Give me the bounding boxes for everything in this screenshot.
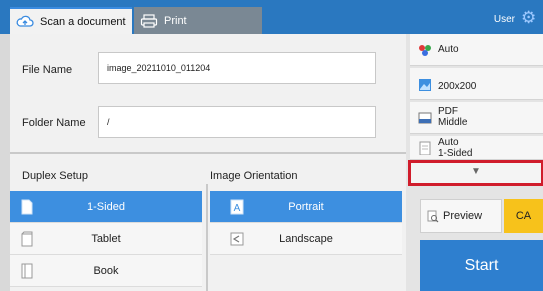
duplex-option-book[interactable]: Book [10, 255, 202, 287]
orientation-option-landscape[interactable]: Landscape [210, 223, 402, 255]
color-dots-icon [419, 45, 431, 56]
column-divider [206, 184, 208, 291]
ca-button[interactable]: CA [504, 199, 543, 233]
user-label[interactable]: User [494, 14, 515, 25]
section-divider [10, 152, 406, 154]
folder-name-label: Folder Name [22, 117, 86, 129]
scan-settings-panel: File Name image_20211010_011204 Folder N… [10, 34, 406, 291]
settings-summary-panel: Auto 200x200 PDF Middle Auto 1-Sided ▼ P… [406, 34, 543, 291]
file-name-input[interactable]: image_20211010_011204 [98, 52, 376, 84]
preview-magnifier-icon [427, 210, 439, 223]
file-format-compression: Middle [438, 117, 468, 128]
image-orientation-title: Image Orientation [210, 170, 298, 182]
preview-label: Preview [443, 210, 483, 222]
document-size-icon [419, 141, 431, 155]
file-format-value: PDF [438, 106, 458, 117]
tab-scan-label: Scan a document [40, 15, 126, 28]
more-settings-button[interactable]: ▼ [408, 160, 543, 186]
tab-print[interactable]: Print [134, 7, 262, 34]
duplex-option-label: Tablet [91, 232, 121, 245]
tab-scan-a-document[interactable]: Scan a document [10, 7, 132, 34]
tab-print-label: Print [164, 14, 187, 27]
start-button[interactable]: Start [420, 240, 543, 291]
resolution-value: 200x200 [438, 81, 477, 92]
orientation-option-label: Landscape [279, 232, 333, 245]
resolution-button[interactable]: 200x200 [410, 68, 543, 100]
gear-icon[interactable]: ⚙ [521, 9, 539, 27]
chevron-down-icon: ▼ [471, 166, 481, 177]
orientation-option-portrait[interactable]: A Portrait [210, 191, 402, 223]
resolution-image-icon [419, 79, 431, 91]
scan-cloud-icon [16, 15, 34, 27]
duplex-option-label: Book [93, 264, 119, 277]
file-format-button[interactable]: PDF Middle [410, 102, 543, 134]
color-mode-button[interactable]: Auto [410, 34, 543, 66]
scan-sides-value: 1-Sided [438, 148, 473, 159]
pdf-file-icon [418, 112, 432, 124]
preview-button[interactable]: Preview [420, 199, 502, 233]
duplex-option-1-sided[interactable]: 1-Sided [10, 191, 202, 223]
duplex-setup-title: Duplex Setup [22, 170, 89, 182]
folder-name-input[interactable]: / [98, 106, 376, 138]
file-name-label: File Name [22, 64, 73, 76]
scan-size-button[interactable]: Auto 1-Sided [410, 136, 543, 160]
color-mode-value: Auto [438, 44, 459, 55]
top-bar: Scan a document Print User ⚙ [0, 0, 543, 34]
orientation-option-label: Portrait [288, 200, 324, 213]
duplex-option-tablet[interactable]: Tablet [10, 223, 202, 255]
scan-size-value: Auto [438, 137, 459, 148]
duplex-option-label: 1-Sided [87, 200, 125, 213]
printer-icon [140, 13, 158, 28]
